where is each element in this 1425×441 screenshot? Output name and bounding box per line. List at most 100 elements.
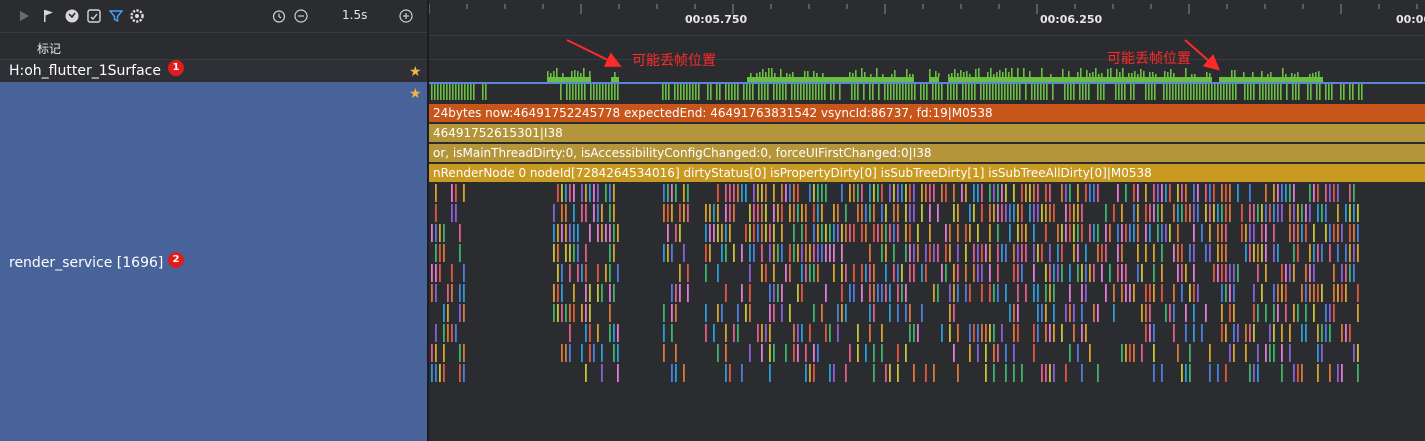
annotation-arrow [566,39,622,67]
call-stack-bar [881,324,883,342]
frame-bar [1151,84,1153,100]
call-stack-bar [813,244,815,262]
call-stack-bar [933,184,935,202]
call-stack-bar [679,264,681,282]
call-stack-bar [1097,224,1099,242]
call-stack-bar [1213,264,1215,282]
call-stack-bar [1129,224,1131,242]
call-stack-bar [993,184,995,202]
call-stack-bar [1149,204,1151,222]
call-stack-bar [753,184,755,202]
call-stack-bar [1069,344,1071,362]
call-stack-bar [561,344,563,362]
call-stack-bar [443,344,445,362]
call-stack-bar [713,204,715,222]
frame-bar [710,84,712,100]
call-stack-bar [1045,184,1047,202]
frame-bar [1116,69,1118,77]
call-stack-bar [725,244,727,262]
frame-bar [1205,84,1207,100]
call-stack-bar [1125,344,1127,362]
call-stack-bar [1337,184,1339,202]
call-stack-bar [1349,324,1351,342]
frame-bar [437,84,439,100]
frame-bar [882,74,884,77]
call-stack-bar [1033,224,1035,242]
trace-slice[interactable]: nRenderNode 0 nodeId[7284264534016] dirt… [429,164,1425,182]
timer-icon[interactable] [271,8,287,24]
call-stack-bar [805,364,807,382]
call-stack-bar [1229,204,1231,222]
call-stack-bar [589,304,591,322]
filter-icon[interactable] [108,8,124,24]
call-stack-bar [1253,224,1255,242]
frame-bar [695,84,697,100]
call-stack-bar [1321,284,1323,302]
capture-icon[interactable] [86,8,102,24]
call-stack-bar [1137,244,1139,262]
call-stack-bar [1089,264,1091,282]
call-stack-bar [451,284,453,302]
call-stack-bar [459,224,461,242]
trace-slice[interactable]: 46491752615301|I38 [429,124,1425,142]
call-stack-bar [1177,204,1179,222]
call-stack-bar [1241,224,1243,242]
call-stack-bar [793,204,795,222]
call-stack-bar [687,184,689,202]
frame-bar [599,84,601,100]
call-stack-bar [1125,284,1127,302]
call-stack-bar [797,244,799,262]
call-stack-bar [455,204,457,222]
frame-bar [1062,69,1064,77]
star-icon[interactable]: ★ [409,87,422,101]
call-stack-bar [913,244,915,262]
frame-bar [1034,84,1036,100]
call-stack-bar [1021,244,1023,262]
gear-icon[interactable] [129,8,145,24]
call-stack-bar [745,224,747,242]
frame-bar [965,84,967,100]
frame-bar [1247,84,1249,100]
call-stack-bar [1057,264,1059,282]
call-stack-bar [581,204,583,222]
call-stack-bar [1341,284,1343,302]
star-icon[interactable]: ★ [409,65,422,79]
frame-bar [1261,71,1263,77]
trace-slice[interactable]: or, isMainThreadDirty:0, isAccessibility… [429,144,1425,162]
call-stack-bar [977,184,979,202]
call-stack-bar [873,184,875,202]
call-stack-bar [929,204,931,222]
frame-bar [1080,68,1082,77]
track-row-render-service[interactable]: ★ render_service [1696] 2 [0,82,427,441]
zoom-in-icon[interactable] [398,8,414,24]
call-stack-bar [805,244,807,262]
call-stack-bar [829,324,831,342]
call-stack-bar [613,224,615,242]
play-icon[interactable] [16,8,32,24]
call-stack-bar [861,204,863,222]
call-stack-bar [817,264,819,282]
trace-slice[interactable]: 24bytes now:46491752245778 expectedEnd: … [429,104,1425,122]
call-stack-bar [1185,324,1187,342]
frame-bar [1097,84,1099,100]
call-stack-bar [1121,224,1123,242]
track-row-flutter-surface[interactable]: H:oh_flutter_1Surface 1 ★ [0,59,427,82]
call-stack-bar [573,304,575,322]
call-stack-bar [749,224,751,242]
call-stack-bar [613,284,615,302]
flag-icon[interactable] [41,8,57,24]
frame-bar [821,84,823,100]
call-stack-bar [993,284,995,302]
call-stack-bar [1221,184,1223,202]
zoom-out-icon[interactable] [293,8,309,24]
call-stack-bar [885,204,887,222]
call-stack-bar [609,264,611,282]
frame-bar [762,69,764,77]
call-stack-bar [1217,364,1219,382]
record-icon[interactable] [64,8,80,24]
frame-bar [1178,84,1180,100]
call-stack-bar [601,344,603,362]
timeline-panel[interactable]: 00:05.750 00:06.250 00:06 可能丢帧位置 可能丢帧位置 … [429,0,1425,441]
call-stack-bar [1233,304,1235,322]
call-stack-bar [901,264,903,282]
